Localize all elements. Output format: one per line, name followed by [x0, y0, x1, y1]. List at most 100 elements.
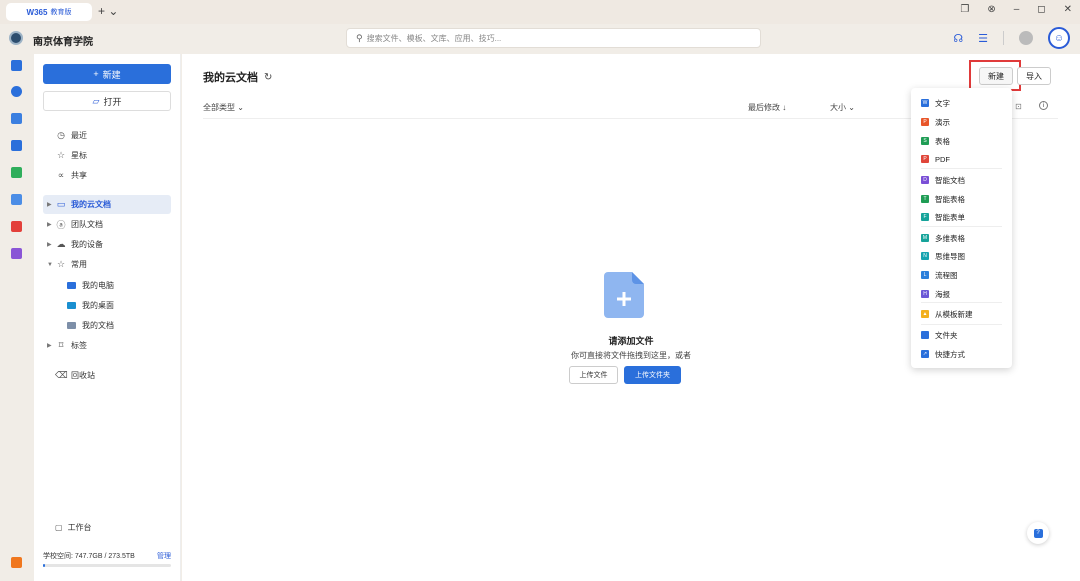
sidebar-item-my-computer[interactable]: 我的电脑	[43, 276, 171, 295]
menu-item-pdf[interactable]: P PDF	[921, 152, 950, 166]
spreadsheet-icon: S	[921, 137, 929, 145]
menu-item-label: 智能文档	[935, 175, 965, 185]
upload-file-button[interactable]: 上传文件	[569, 366, 618, 384]
status-dot[interactable]	[1019, 31, 1033, 45]
search-placeholder: 搜索文件、模板、文库、应用、技巧...	[366, 33, 502, 43]
presentation-icon: P	[921, 118, 929, 126]
menu-item-mind-map[interactable]: N 思维导图	[921, 249, 965, 263]
sidebar-open-button[interactable]: ▱ 打开	[43, 91, 171, 111]
menu-item-shortcut[interactable]: ↗ 快捷方式	[921, 347, 965, 361]
sort-size[interactable]: 大小 ⌄	[830, 102, 855, 113]
menu-item-multi-table[interactable]: M 多维表格	[921, 231, 965, 245]
search-input[interactable]: ⚲ 搜索文件、模板、文库、应用、技巧...	[346, 28, 761, 48]
compass-app-icon[interactable]	[11, 86, 22, 97]
sidebar-item-my-devices[interactable]: ▶ ☁ 我的设备	[43, 235, 171, 254]
divider	[1003, 31, 1004, 45]
sidebar-item-label: 我的文档	[82, 321, 114, 330]
import-button[interactable]: 导入	[1017, 67, 1051, 85]
caret-right-icon[interactable]: ▶	[47, 201, 52, 208]
menu-item-label: 思维导图	[935, 251, 965, 261]
sidebar-item-shared[interactable]: ∝ 共享	[43, 166, 171, 185]
headset-icon[interactable]: ☊	[953, 32, 963, 45]
menu-item-label: 演示	[935, 117, 950, 127]
menu-item-label: 智能表格	[935, 194, 965, 204]
sidebar-item-common[interactable]: ▼ ☆ 常用	[43, 255, 171, 274]
sidebar-item-label: 我的云文档	[71, 200, 111, 209]
menu-item-label: 智能表单	[935, 212, 965, 222]
sidebar-item-my-desktop[interactable]: 我的桌面	[43, 296, 171, 315]
sidebar-item-label: 我的桌面	[82, 301, 114, 310]
cube-icon[interactable]: ⊗	[987, 4, 995, 15]
storage-manage-link[interactable]: 管理	[157, 551, 171, 561]
org-logo	[9, 31, 23, 45]
sort-modified[interactable]: 最后修改 ↓	[748, 102, 786, 113]
message-app-icon[interactable]	[11, 557, 22, 568]
multi-table-icon: M	[921, 234, 929, 242]
new-button[interactable]: 新建	[979, 67, 1013, 85]
window-controls: ❐ ⊗ – ◻ ✕	[960, 4, 1072, 15]
menu-item-smart-form[interactable]: F 智能表单	[921, 210, 965, 224]
sidebar-item-trash[interactable]: ⌫ 回收站	[43, 366, 171, 385]
menu-item-folder[interactable]: 文件夹	[921, 328, 958, 342]
menu-item-spreadsheet[interactable]: S 表格	[921, 134, 950, 148]
storage-progress-bar	[43, 564, 171, 567]
brand-label: W365	[26, 7, 48, 17]
screen-app-icon[interactable]	[11, 194, 22, 205]
new-dropdown-menu: W 文字 P 演示 S 表格 P PDF D 智能文档 T 智能表格 F 智能表单 M 多维表格 N 思维导图 L 流…	[911, 88, 1012, 368]
calendar-app-icon[interactable]	[11, 140, 22, 151]
meeting-app-icon[interactable]	[11, 113, 22, 124]
type-filter-label: 全部类型	[203, 103, 235, 112]
workbench-link[interactable]: ▢ 工作台	[55, 522, 92, 533]
caret-right-icon[interactable]: ▶	[47, 342, 52, 349]
menu-divider	[921, 226, 1002, 227]
menu-item-label: 表格	[935, 136, 950, 146]
info-icon[interactable]: i	[1039, 101, 1048, 110]
sidebar-item-label: 常用	[71, 260, 87, 269]
avatar[interactable]: ☺	[1048, 27, 1070, 49]
app-tab[interactable]: W365 教育版	[6, 3, 92, 21]
view-toggle-icon[interactable]: ⊡	[1015, 102, 1022, 111]
help-button[interactable]: ?	[1027, 522, 1049, 544]
add-tab-button[interactable]: + ⌄	[98, 4, 118, 18]
menu-item-label: 从模板新建	[935, 309, 973, 319]
storage-text: 学校空间: 747.7GB / 273.5TB	[43, 553, 135, 560]
pdf-app-icon[interactable]	[11, 221, 22, 232]
image-app-icon[interactable]	[11, 167, 22, 178]
caret-right-icon[interactable]: ▶	[47, 221, 52, 228]
sidebar-item-starred[interactable]: ☆ 星标	[43, 146, 171, 165]
sidebar-item-team-docs[interactable]: ▶ ⓐ 团队文档	[43, 215, 171, 234]
chevron-down-icon: ⌄	[237, 103, 244, 112]
apps-grid-icon[interactable]	[11, 248, 22, 259]
sidebar-item-tags[interactable]: ▶ ⌑ 标签	[43, 336, 171, 355]
docs-app-icon[interactable]	[11, 60, 22, 71]
menu-item-from-template[interactable]: ▲ 从模板新建	[921, 307, 973, 321]
upload-folder-button[interactable]: 上传文件夹	[624, 366, 681, 384]
caret-down-icon[interactable]: ▼	[47, 262, 53, 268]
desktop-icon	[67, 302, 76, 309]
settings-sliders-icon[interactable]: ☰	[978, 32, 988, 45]
minimize-icon[interactable]: –	[1014, 4, 1020, 15]
tile-icon[interactable]: ❐	[960, 4, 969, 15]
menu-item-label: 文件夹	[935, 330, 958, 340]
sidebar-item-label: 团队文档	[71, 220, 103, 229]
restore-icon[interactable]: ◻	[1037, 4, 1045, 15]
sidebar-item-my-cloud-docs[interactable]: ▶ ▭ 我的云文档	[43, 195, 171, 214]
refresh-icon[interactable]: ↻	[264, 72, 272, 83]
sidebar-item-my-documents[interactable]: 我的文档	[43, 316, 171, 335]
storage-progress-fill	[43, 564, 45, 567]
menu-item-smart-sheet[interactable]: T 智能表格	[921, 192, 965, 206]
menu-item-text[interactable]: W 文字	[921, 96, 950, 110]
folder-icon	[921, 331, 929, 339]
menu-item-poster[interactable]: H 海报	[921, 287, 950, 301]
page-title-text: 我的云文档	[203, 72, 258, 84]
caret-right-icon[interactable]: ▶	[47, 241, 52, 248]
menu-item-presentation[interactable]: P 演示	[921, 115, 950, 129]
close-icon[interactable]: ✕	[1064, 4, 1072, 15]
menu-item-smart-doc[interactable]: D 智能文档	[921, 173, 965, 187]
share-icon: ∝	[57, 170, 65, 180]
arrow-down-icon: ↓	[782, 103, 787, 112]
sidebar-new-button[interactable]: + 新建	[43, 64, 171, 84]
type-filter[interactable]: 全部类型 ⌄	[203, 102, 244, 113]
sidebar-item-recent[interactable]: ◷ 最近	[43, 126, 171, 145]
menu-item-flowchart[interactable]: L 流程图	[921, 268, 958, 282]
